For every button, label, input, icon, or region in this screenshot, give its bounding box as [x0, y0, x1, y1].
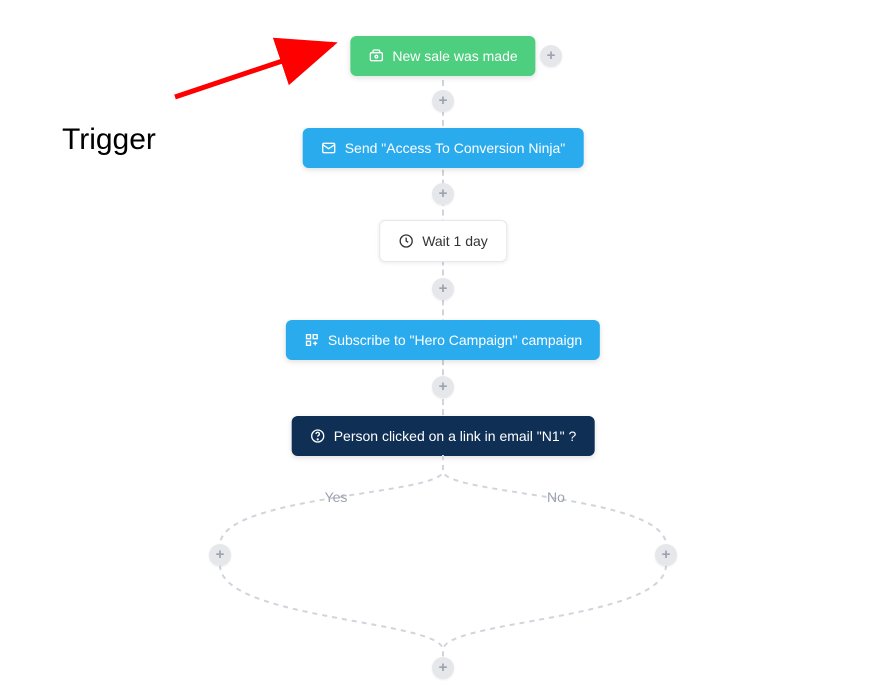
subscribe-node[interactable]: Subscribe to "Hero Campaign" campaign — [286, 320, 600, 360]
trigger-label: New sale was made — [392, 48, 517, 64]
wait-node[interactable]: Wait 1 day — [379, 220, 507, 262]
condition-label: Person clicked on a link in email "N1" ? — [334, 428, 577, 444]
branch-no-label: No — [547, 489, 565, 505]
automation-canvas: Trigger New sale was made + + Send "Acce… — [0, 0, 887, 690]
wait-label: Wait 1 day — [422, 233, 488, 249]
branch-yes-label: Yes — [325, 489, 348, 505]
question-icon — [310, 428, 326, 444]
envelope-icon — [321, 140, 337, 156]
annotation-label: Trigger — [62, 123, 156, 157]
condition-node[interactable]: Person clicked on a link in email "N1" ? — [292, 416, 595, 456]
campaign-icon — [304, 332, 320, 348]
add-sibling-button[interactable]: + — [540, 45, 562, 67]
clock-icon — [398, 233, 414, 249]
add-branch-step-button[interactable]: + — [209, 544, 231, 566]
annotation-arrow — [165, 32, 345, 107]
add-step-button[interactable]: + — [432, 657, 454, 679]
subscribe-label: Subscribe to "Hero Campaign" campaign — [328, 332, 582, 348]
sale-icon — [368, 48, 384, 64]
add-step-button[interactable]: + — [432, 183, 454, 205]
add-step-button[interactable]: + — [432, 278, 454, 300]
add-branch-step-button[interactable]: + — [655, 544, 677, 566]
add-step-button[interactable]: + — [432, 376, 454, 398]
add-step-button[interactable]: + — [432, 90, 454, 112]
send-email-label: Send "Access To Conversion Ninja" — [345, 140, 566, 156]
branch-split — [195, 455, 691, 675]
send-email-node[interactable]: Send "Access To Conversion Ninja" — [303, 128, 584, 168]
trigger-node[interactable]: New sale was made — [350, 36, 535, 76]
